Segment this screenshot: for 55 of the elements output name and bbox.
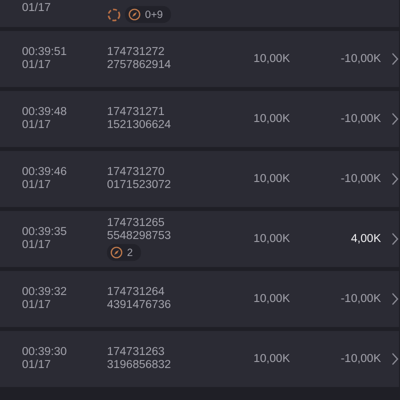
date-text: 01/17 bbox=[22, 59, 52, 72]
date-text: 01/17 bbox=[22, 299, 52, 312]
time-text: 00:39:48 bbox=[22, 106, 68, 119]
date-text: 01/17 bbox=[22, 239, 52, 252]
result-amount: 4,00K bbox=[350, 232, 381, 246]
chevron-right-icon bbox=[391, 352, 399, 366]
history-row[interactable]: 00:39:35 01/17 174731265 5548298753 2 10,00K 4,00K bbox=[0, 211, 399, 267]
time-text: 00:39:51 bbox=[22, 46, 68, 59]
id-text: 174731271 bbox=[107, 106, 166, 119]
bet-amount: 10,00K bbox=[252, 292, 290, 306]
id-text: 3196856832 bbox=[107, 359, 172, 372]
chevron-right-icon bbox=[391, 112, 399, 126]
chevron-right-icon bbox=[391, 232, 399, 246]
bet-amount: 10,00K bbox=[252, 112, 290, 126]
result-amount: -10,00K bbox=[340, 292, 381, 306]
result-amount: -10,00K bbox=[340, 352, 381, 366]
date-text: 01/17 bbox=[22, 119, 52, 132]
chevron-right-icon bbox=[391, 52, 399, 66]
time-text: 00:39:46 bbox=[22, 166, 68, 179]
chevron-right-icon bbox=[391, 172, 399, 186]
id-text: 0171523072 bbox=[107, 179, 172, 192]
id-text: 5548298753 bbox=[107, 230, 172, 243]
compass-icon bbox=[128, 8, 141, 21]
id-text: 174731264 bbox=[107, 286, 166, 299]
result-amount: -10,00K bbox=[340, 52, 381, 66]
count-text: 0+9 bbox=[145, 8, 163, 20]
chevron-right-icon bbox=[391, 292, 399, 306]
bet-amount: 10,00K bbox=[252, 352, 290, 366]
time-text: 00:39:30 bbox=[22, 346, 68, 359]
result-amount: -10,00K bbox=[340, 112, 381, 126]
id-text: 1521306624 bbox=[107, 119, 172, 132]
date-text: 01/17 bbox=[22, 179, 52, 192]
bet-amount: 10,00K bbox=[252, 52, 290, 66]
loading-icon bbox=[107, 8, 121, 22]
id-text: 174731265 bbox=[107, 217, 166, 230]
date-text: 01/17 bbox=[22, 2, 52, 15]
bet-amount: 10,00K bbox=[252, 172, 290, 186]
count-text: 2 bbox=[127, 246, 133, 258]
result-amount: -10,00K bbox=[340, 172, 381, 186]
id-text: 174731263 bbox=[107, 346, 166, 359]
time-text: 00:39:35 bbox=[22, 226, 68, 239]
history-row[interactable]: 00:39:51 01/17 174731272 2757862914 10,00K -10,00K bbox=[0, 31, 399, 87]
history-row[interactable]: 00:39:32 01/17 174731264 4391476736 10,00K -10,00K bbox=[0, 271, 399, 327]
history-row[interactable]: 01/17 0+9 bbox=[0, 0, 399, 27]
id-text: 2757862914 bbox=[107, 59, 172, 72]
compass-icon bbox=[110, 246, 123, 259]
history-row[interactable]: 00:39:46 01/17 174731270 0171523072 10,00K -10,00K bbox=[0, 151, 399, 207]
id-text: 4391476736 bbox=[107, 299, 172, 312]
id-text: 174731272 bbox=[107, 46, 166, 59]
bet-amount: 10,00K bbox=[252, 232, 290, 246]
id-text: 174731270 bbox=[107, 166, 166, 179]
time-text: 00:39:32 bbox=[22, 286, 68, 299]
date-text: 01/17 bbox=[22, 359, 52, 372]
history-row[interactable]: 00:39:30 01/17 174731263 3196856832 10,00K -10,00K bbox=[0, 331, 399, 387]
history-row[interactable]: 00:39:48 01/17 174731271 1521306624 10,00K -10,00K bbox=[0, 91, 399, 147]
